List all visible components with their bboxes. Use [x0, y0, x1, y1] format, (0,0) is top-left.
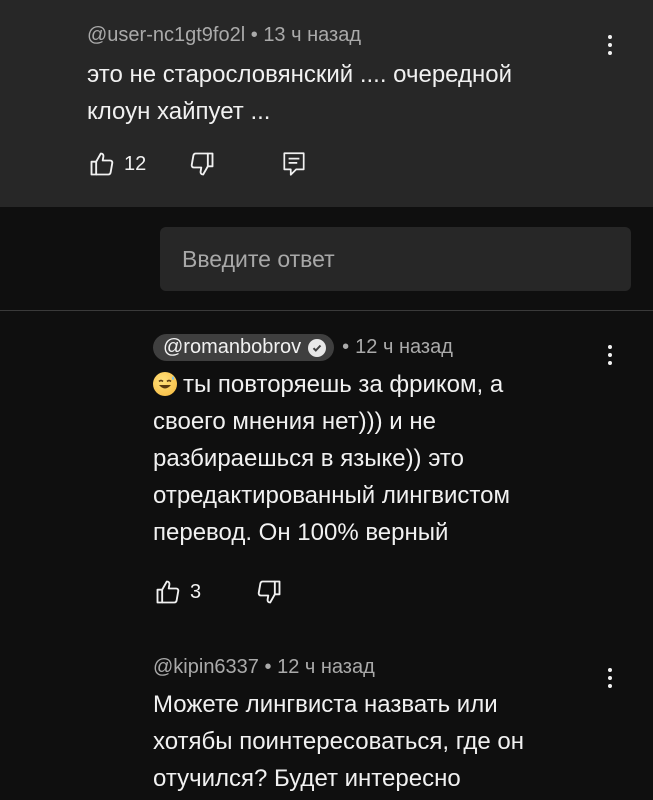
- like-button[interactable]: 12: [88, 150, 146, 178]
- comment-text-line: Можете лингвиста назвать или: [153, 691, 498, 718]
- meta-separator: •: [342, 336, 350, 358]
- comment-text: это не старословянский .... очередной кл…: [87, 56, 512, 130]
- comment-text: Можете лингвиста назвать или хотябы поин…: [153, 686, 524, 797]
- comment-text-line: хотябы поинтересоваться, где он: [153, 728, 525, 755]
- more-options-icon[interactable]: [598, 663, 622, 693]
- dislike-button[interactable]: [188, 150, 216, 178]
- meta-separator: •: [250, 24, 258, 46]
- comment-text-line: клоун хайпует ...: [87, 98, 271, 125]
- thumbs-up-icon: [88, 150, 116, 178]
- dislike-button[interactable]: [255, 578, 283, 606]
- comment-time: 13 ч назад: [263, 24, 361, 46]
- thumbs-down-icon: [188, 150, 216, 178]
- comment-text-line: отучился? Будет интересно: [153, 765, 461, 792]
- thumbs-up-icon: [154, 578, 182, 606]
- divider: [0, 310, 653, 311]
- comment-text-line: разбираешься в языке)) это: [153, 445, 465, 472]
- thumbs-down-icon: [255, 578, 283, 606]
- reply-input[interactable]: Введите ответ: [160, 227, 631, 291]
- comment-meta: @kipin6337 • 12 ч назад: [153, 656, 375, 679]
- reply-placeholder: Введите ответ: [182, 245, 335, 272]
- like-count: 12: [124, 152, 147, 175]
- comment-author[interactable]: @kipin6337: [153, 656, 259, 678]
- comment-card: @user-nc1gt9fo2l • 13 ч назад это не ста…: [0, 0, 653, 207]
- comment-meta: @romanbobrov • 12 ч назад: [153, 334, 453, 361]
- reply-comment-icon: [281, 150, 307, 178]
- comment-author: @romanbobrov: [163, 336, 302, 358]
- comment-time: 12 ч назад: [277, 656, 375, 678]
- comment-text-line: отредактированный лингвистом: [153, 482, 510, 509]
- comment-author[interactable]: @user-nc1gt9fo2l: [87, 24, 245, 46]
- channel-owner-badge[interactable]: @romanbobrov: [153, 334, 335, 361]
- comment-meta: @user-nc1gt9fo2l • 13 ч назад: [87, 24, 361, 47]
- meta-separator: •: [264, 656, 272, 678]
- more-options-icon[interactable]: [598, 30, 622, 60]
- like-button[interactable]: 3: [154, 578, 201, 606]
- reply-button[interactable]: [281, 150, 307, 178]
- more-options-icon[interactable]: [598, 340, 622, 370]
- like-count: 3: [190, 580, 202, 603]
- comment-text-line: перевод. Он 100% верный: [153, 519, 449, 546]
- comment-text-line: ты повторяешь за фриком, а: [183, 371, 504, 398]
- comment-time: 12 ч назад: [355, 336, 453, 358]
- comment-text: ты повторяешь за фриком, а своего мнения…: [153, 366, 510, 551]
- verified-check-icon: [308, 338, 327, 357]
- grinning-sweat-emoji-icon: [153, 372, 177, 396]
- comment-text-line: своего мнения нет))) и не: [153, 408, 436, 435]
- comment-text-line: это не старословянский .... очередной: [87, 61, 513, 88]
